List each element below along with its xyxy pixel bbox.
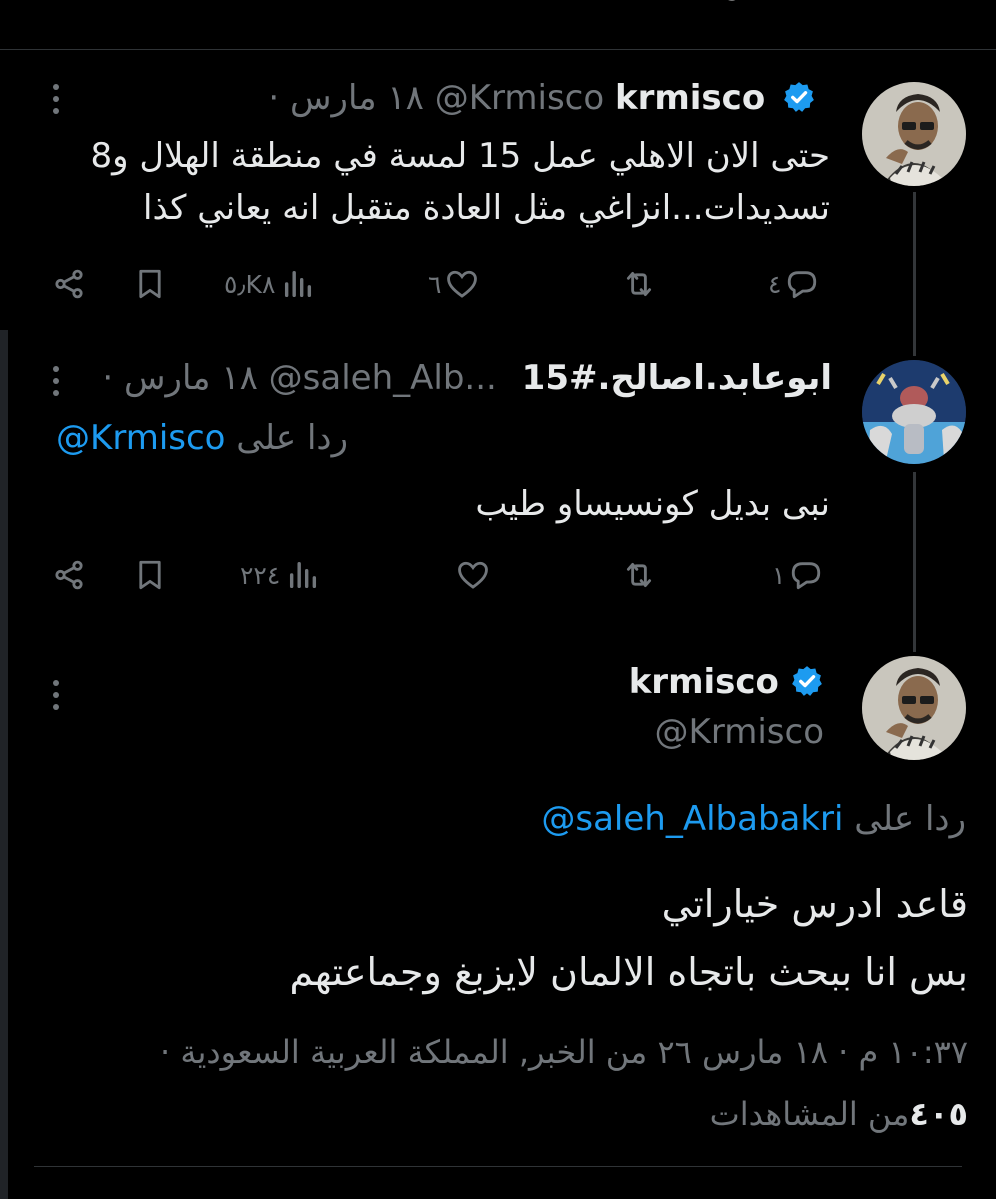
more-options-icon[interactable] [50,84,62,120]
views-summary[interactable]: ٤٠٥من المشاهدات [710,1090,968,1138]
verified-badge-icon[interactable] [782,80,816,114]
bookmark-icon [139,560,161,590]
retweet-button[interactable] [622,555,656,595]
heart-icon [458,561,488,589]
top-header [0,0,996,50]
main-tweet-text: قاعد ادرس خياراتي بس انا ببحث باتجاه الا… [290,870,968,1006]
bookmark-button[interactable] [133,264,167,304]
profile-photo [862,82,966,186]
main-author-name[interactable]: krmisco [629,660,824,704]
verified-badge-icon[interactable] [790,664,824,698]
reply-icon [788,271,817,299]
avatar[interactable] [862,656,966,760]
retweet-button[interactable] [622,264,656,304]
like-count: ٦ [428,269,442,299]
views-count: ٥٫K٨ [224,269,276,299]
profile-photo [862,360,966,464]
heart-icon [447,270,478,298]
views-label: من المشاهدات [709,1095,910,1133]
retweet-icon [626,271,652,297]
views-button[interactable]: ٢٢٤ [240,555,320,595]
reply-count: ١ [772,560,786,590]
share-icon [55,269,83,299]
views-icon [285,270,312,298]
display-name[interactable]: krmisco [629,662,779,702]
reply-prefix: ردا على [854,799,966,839]
profile-photo [862,656,966,760]
tweet-text: نبى بديل كونسيساو طيب [475,484,830,524]
reply-context: @saleh_Albabakri ردا على [541,796,966,842]
reply-button[interactable]: ١ [772,555,823,595]
header-text-fragment [728,0,736,1]
tweet-date[interactable]: · ١٨ مارس [268,78,423,118]
header-divider [0,49,996,50]
tweet-text-line: قاعد ادرس خياراتي [661,882,968,926]
main-author-handle[interactable]: @Krmisco [655,710,824,754]
tweet-date[interactable]: · ١٨ مارس [102,358,257,398]
tweet-header: · ١٨ مارس @Krmisco krmisco [268,76,816,120]
views-count: ٢٢٤ [240,560,281,590]
more-options-icon[interactable] [50,366,62,402]
avatar[interactable] [862,360,966,464]
reply-to-link[interactable]: @saleh_Albabakri [541,799,843,839]
tweet-meta: ١٠:٣٧ م · ١٨ مارس ٢٦ من الخبر, المملكة ا… [160,1033,968,1071]
share-button[interactable] [52,264,86,304]
thread-line [913,472,916,652]
reply-count: ٤ [768,269,782,299]
thread-line [913,192,916,356]
reply-icon [792,562,821,590]
display-name[interactable]: krmisco [615,78,765,118]
reply-context: @Krmisco ردا على [56,416,348,460]
bookmark-icon [139,269,161,299]
display-name[interactable]: ابوعابد.اصالح.#15 [522,358,832,398]
like-button[interactable] [456,555,490,595]
tweet-text-line: حتى الان الاهلي عمل 15 لمسة في منطقة اله… [90,136,830,176]
reply-prefix: ردا على [236,418,348,458]
bottom-divider [34,1166,962,1167]
tweet-text-line: بس انا ببحث باتجاه الالمان لايزبغ وجماعت… [289,950,968,994]
tweet-text-line: تسديدات...انزاغي مثل العادة متقبل انه يع… [143,188,830,228]
avatar[interactable] [862,82,966,186]
tweet-handle[interactable]: @Krmisco [435,78,604,118]
bookmark-button[interactable] [133,555,167,595]
reply-to-link[interactable]: @Krmisco [56,418,225,458]
retweet-icon [626,562,652,588]
more-options-icon[interactable] [50,680,62,716]
share-button[interactable] [52,555,86,595]
reply-button[interactable]: ٤ [768,264,819,304]
share-icon [55,560,83,590]
tweet-text: حتى الان الاهلي عمل 15 لمسة في منطقة اله… [90,130,830,234]
tweet-handle[interactable]: @saleh_Alb... [269,358,497,398]
like-button[interactable]: ٦ [428,264,479,304]
views-icon [290,561,317,589]
views-button[interactable]: ٥٫K٨ [224,264,315,304]
tweet-header: · ١٨ مارس @saleh_Alb... ابوعابد.اصالح.#1… [102,356,832,400]
scrollbar-track[interactable] [0,330,8,1199]
views-count: ٤٠٥ [909,1095,968,1133]
